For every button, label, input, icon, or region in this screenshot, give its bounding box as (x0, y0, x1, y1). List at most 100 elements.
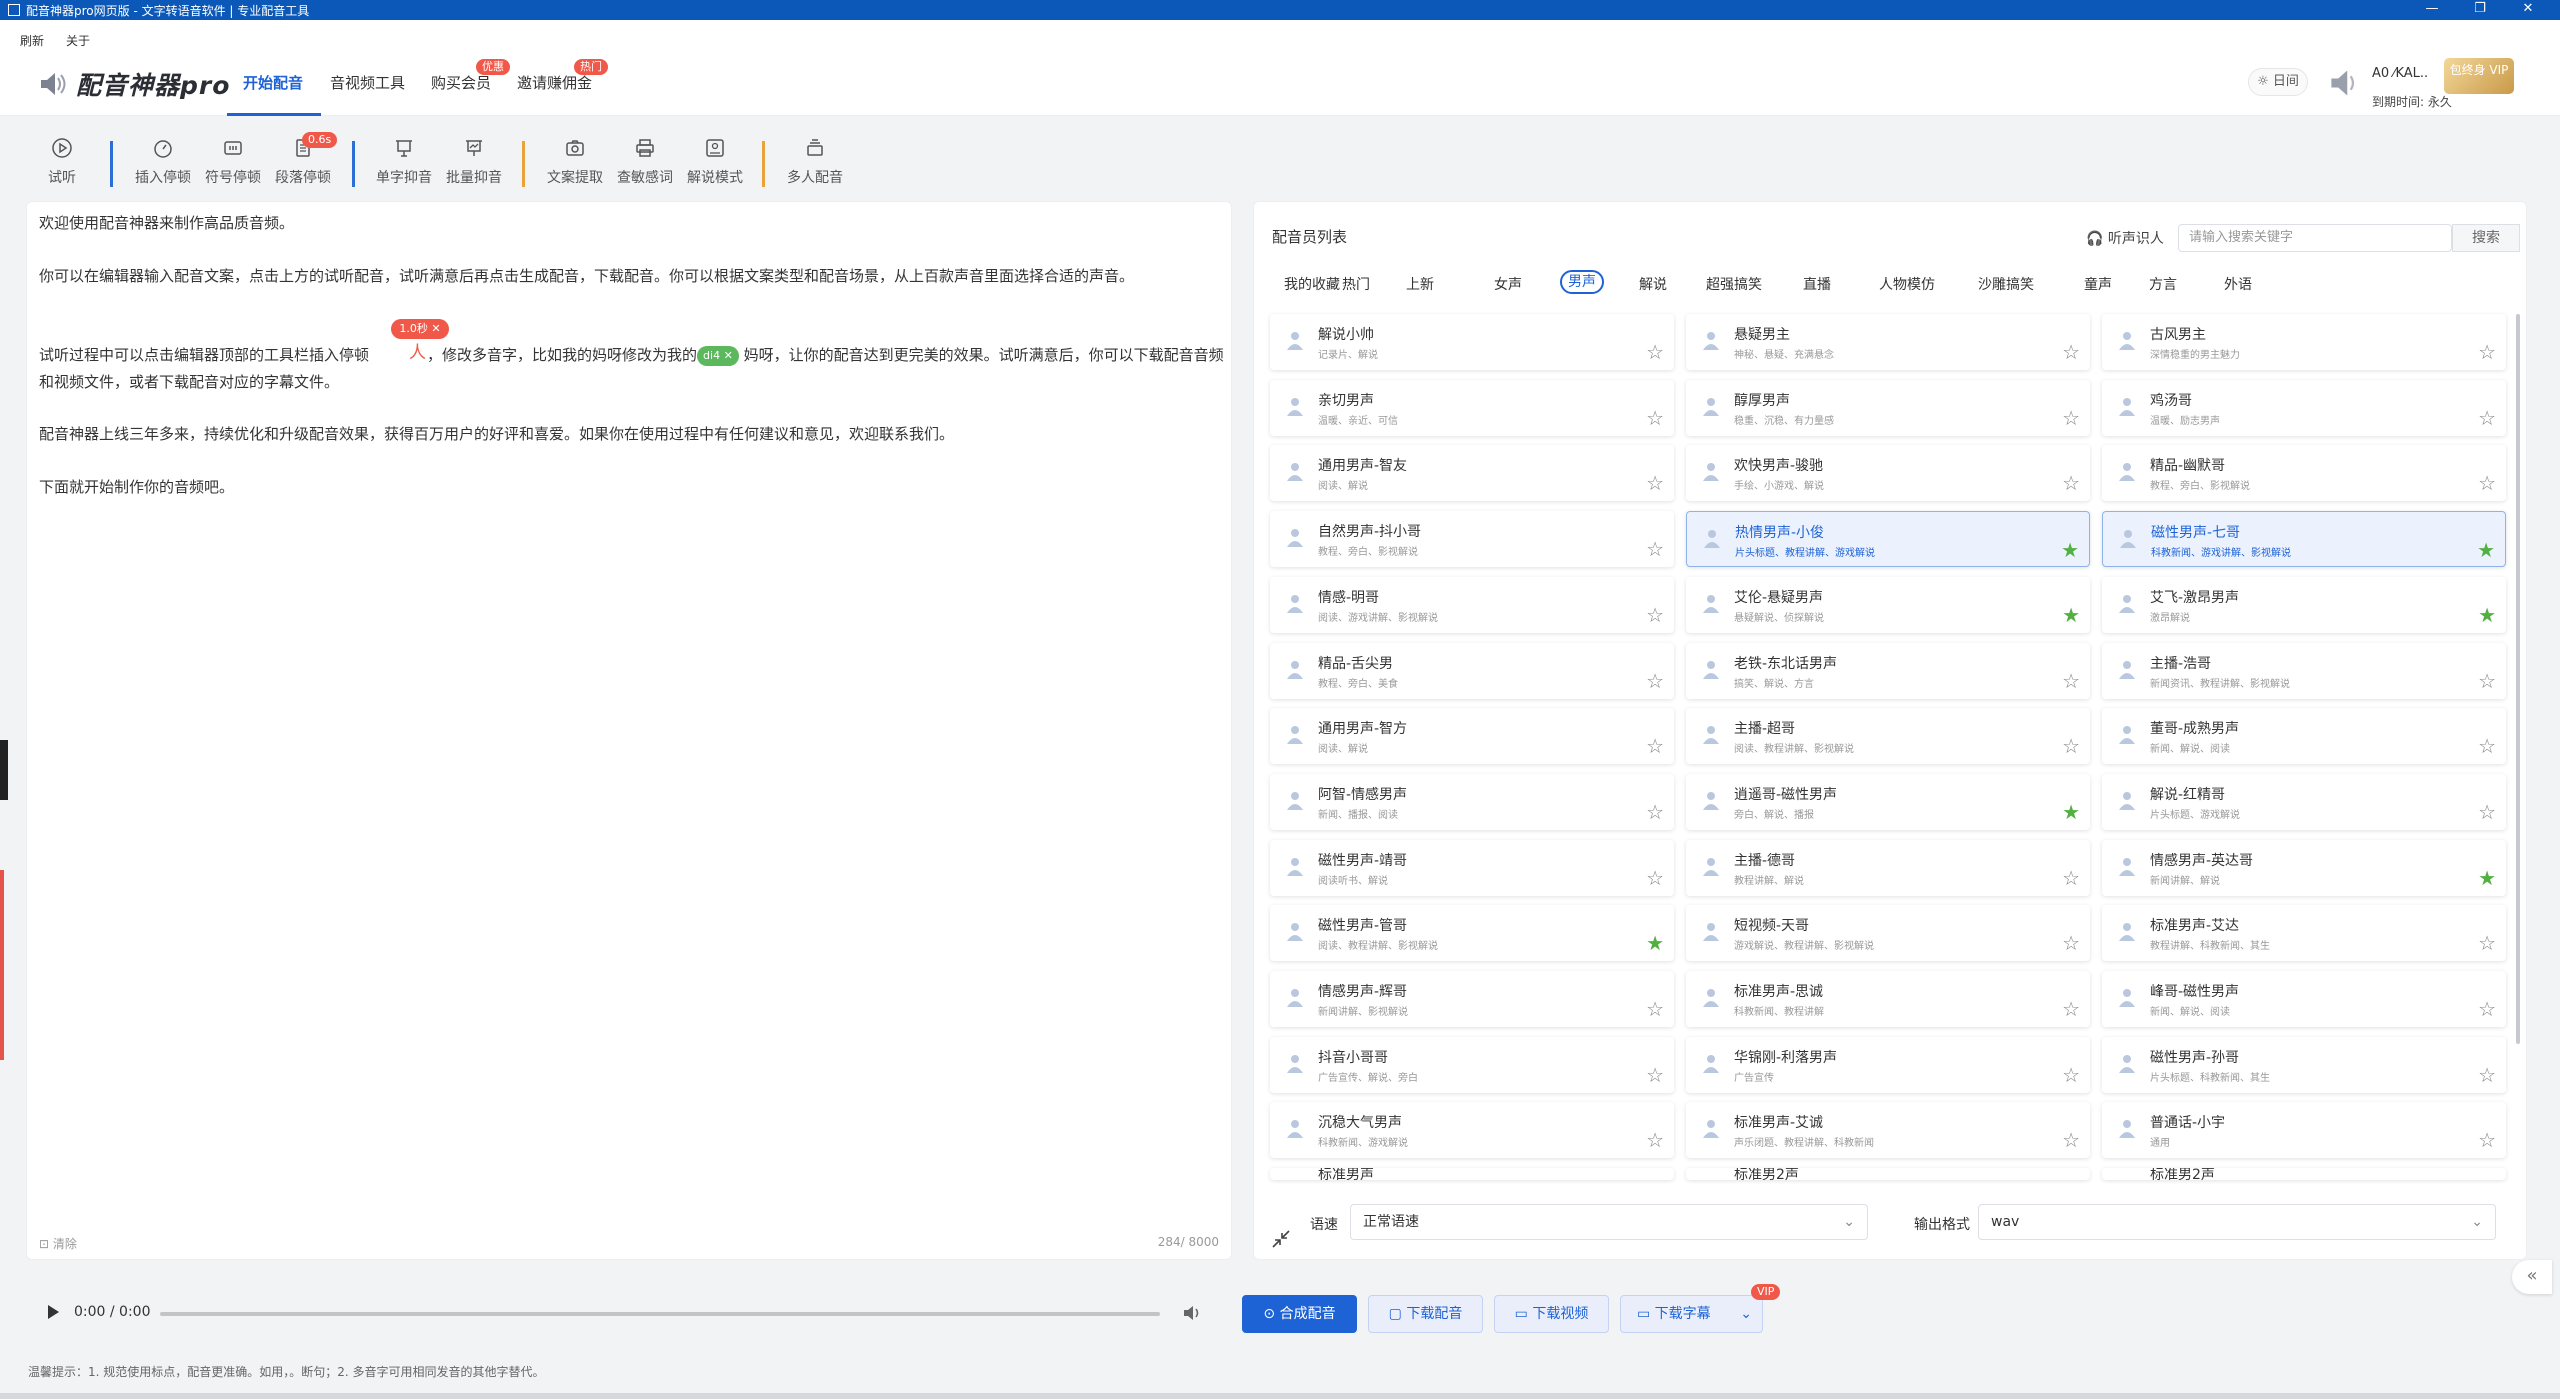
favorite-star-icon[interactable]: ☆ (2478, 1065, 2496, 1085)
voice-card-partial[interactable]: 标准男声 (1270, 1168, 1674, 1181)
search-input[interactable]: 请输入搜索关键字 (2178, 224, 2452, 252)
voice-card[interactable]: 标准男声-艾达 教程讲解、科教新闻、其生 ☆ (2102, 905, 2506, 962)
category-tab[interactable]: 沙雕搞笑 (1978, 274, 2034, 294)
favorite-star-icon[interactable]: ☆ (2062, 999, 2080, 1019)
voice-card[interactable]: 解说-红精哥 片头标题、游戏解说 ☆ (2102, 773, 2506, 830)
voice-card[interactable]: 精品-舌尖男 教程、旁白、美食 ☆ (1270, 642, 1674, 699)
favorite-star-icon[interactable]: ☆ (2062, 1130, 2080, 1150)
play-icon[interactable] (48, 1305, 59, 1319)
lifetime-vip-badge[interactable]: 包终身 VIP (2444, 58, 2514, 94)
collapse-arrows-icon[interactable] (1270, 1228, 1292, 1250)
batch-tone-tool[interactable]: 批量抑音 (434, 135, 514, 187)
voice-card[interactable]: 亲切男声 温暖、亲近、可信 ☆ (1270, 379, 1674, 436)
voice-card[interactable]: 董哥-成熟男声 新闻、解说、阅读 ☆ (2102, 708, 2506, 765)
favorite-star-icon[interactable]: ☆ (2062, 736, 2080, 756)
voice-card[interactable]: 峰哥-磁性男声 新闻、解说、阅读 ☆ (2102, 971, 2506, 1027)
insert-pause-tool[interactable]: 插入停顿 (123, 135, 203, 187)
favorite-star-icon[interactable]: ☆ (1646, 605, 1664, 625)
explain-mode-tool[interactable]: 解说模式 (675, 135, 755, 187)
polyphone-tag[interactable]: di4 ✕ (697, 345, 739, 366)
favorite-star-icon[interactable]: ☆ (2062, 342, 2080, 362)
nav-buy-member[interactable]: 购买会员 (431, 72, 491, 93)
favorite-star-icon[interactable]: ☆ (1646, 868, 1664, 888)
voice-card[interactable]: 悬疑男主 神秘、悬疑、充满悬念 ☆ (1686, 314, 2090, 370)
preview-tool[interactable]: 试听 (22, 135, 102, 187)
identify-voice-button[interactable]: 🎧 听声识人 (2086, 228, 2164, 248)
multi-voice-tool[interactable]: 多人配音 (775, 135, 855, 187)
favorite-star-icon[interactable]: ☆ (1646, 999, 1664, 1019)
favorite-star-icon[interactable]: ☆ (1646, 473, 1664, 493)
category-tab[interactable]: 直播 (1803, 274, 1831, 294)
speaker-icon[interactable] (2328, 66, 2362, 100)
favorite-star-icon[interactable]: ☆ (2478, 802, 2496, 822)
voice-card[interactable]: 主播-浩哥 新闻资讯、教程讲解、影视解说 ☆ (2102, 642, 2506, 699)
favorite-star-icon[interactable]: ☆ (2478, 999, 2496, 1019)
voice-card[interactable]: 鸡汤哥 温暖、励志男声 ☆ (2102, 379, 2506, 436)
voice-card[interactable]: 艾伦-悬疑男声 悬疑解说、侦探解说 ★ (1686, 576, 2090, 633)
favorite-star-icon[interactable]: ☆ (2478, 1130, 2496, 1150)
favorite-star-icon[interactable]: ☆ (1646, 539, 1664, 559)
voice-card[interactable]: 通用男声-智友 阅读、解说 ☆ (1270, 445, 1674, 502)
favorite-star-icon[interactable]: ☆ (1646, 342, 1664, 362)
voice-card[interactable]: 老铁-东北话男声 搞笑、解说、方言 ☆ (1686, 642, 2090, 699)
voice-card[interactable]: 抖音小哥哥 广告宣传、解说、旁白 ☆ (1270, 1036, 1674, 1093)
favorite-star-icon[interactable]: ☆ (2478, 473, 2496, 493)
collapse-panel-button[interactable]: « (2512, 1260, 2552, 1294)
user-name[interactable]: A0 ⁄KAL.. (2372, 66, 2428, 81)
pause-duration-tag[interactable]: 1.0秒 ✕ (391, 319, 449, 339)
category-tab[interactable]: 人物模仿 (1879, 274, 1935, 294)
category-tab[interactable]: 童声 (2084, 274, 2112, 294)
category-tab[interactable]: 男声 (1560, 270, 1604, 294)
voice-card-partial[interactable]: 标准男2声 (2102, 1168, 2506, 1181)
voice-card[interactable]: 磁性男声-管哥 阅读、教程讲解、影视解说 ★ (1270, 905, 1674, 962)
voice-card[interactable]: 阿智-情感男声 新闻、播报、阅读 ☆ (1270, 773, 1674, 830)
favorite-star-icon[interactable]: ★ (2477, 540, 2495, 560)
synthesize-button[interactable]: ⊙ 合成配音 (1242, 1295, 1357, 1333)
category-tab[interactable]: 超强搞笑 (1706, 274, 1762, 294)
favorite-star-icon[interactable]: ★ (2061, 540, 2079, 560)
category-tab[interactable]: 女声 (1494, 274, 1522, 294)
category-tab[interactable]: 外语 (2224, 274, 2252, 294)
favorite-star-icon[interactable]: ★ (1646, 933, 1664, 953)
category-tab[interactable]: 热门 (1342, 274, 1370, 294)
voice-card[interactable]: 主播-超哥 阅读、教程讲解、影视解说 ☆ (1686, 708, 2090, 765)
favorite-star-icon[interactable]: ☆ (2478, 933, 2496, 953)
voice-card[interactable]: 欢快男声-骏驰 手绘、小游戏、解说 ☆ (1686, 445, 2090, 502)
speed-select[interactable]: 正常语速 ⌄ (1350, 1204, 1868, 1240)
voice-card[interactable]: 磁性男声-七哥 科教新闻、游戏讲解、影视解说 ★ (2102, 511, 2506, 568)
voice-card[interactable]: 逍遥哥-磁性男声 旁白、解说、播报 ★ (1686, 773, 2090, 830)
voice-card[interactable]: 磁性男声-靖哥 阅读听书、解说 ☆ (1270, 839, 1674, 896)
favorite-star-icon[interactable]: ☆ (2062, 933, 2080, 953)
favorite-star-icon[interactable]: ☆ (2062, 408, 2080, 428)
voice-card[interactable]: 通用男声-智方 阅读、解说 ☆ (1270, 708, 1674, 765)
scrollbar[interactable] (2516, 314, 2520, 1044)
favorite-star-icon[interactable]: ☆ (1646, 802, 1664, 822)
voice-card[interactable]: 古风男主 深情稳重的男主魅力 ☆ (2102, 314, 2506, 370)
voice-card[interactable]: 自然男声-抖小哥 教程、旁白、影视解说 ☆ (1270, 511, 1674, 568)
favorite-star-icon[interactable]: ☆ (2478, 342, 2496, 362)
favorite-star-icon[interactable]: ☆ (2062, 671, 2080, 691)
favorite-star-icon[interactable]: ☆ (2478, 736, 2496, 756)
voice-card[interactable]: 醇厚男声 稳重、沉稳、有力量感 ☆ (1686, 379, 2090, 436)
nav-invite[interactable]: 邀请赚佣金 (517, 72, 592, 93)
progress-track[interactable] (160, 1312, 1160, 1316)
nav-av-tools[interactable]: 音视频工具 (330, 72, 405, 93)
favorite-star-icon[interactable]: ☆ (1646, 736, 1664, 756)
category-tab[interactable]: 上新 (1406, 274, 1434, 294)
nav-start-dubbing[interactable]: 开始配音 (243, 72, 303, 93)
voice-card[interactable]: 情感男声-辉哥 新闻讲解、影视解说 ☆ (1270, 971, 1674, 1027)
volume-icon[interactable] (1182, 1303, 1202, 1323)
menu-refresh[interactable]: 刷新 (20, 32, 44, 49)
single-tone-tool[interactable]: 单字抑音 (364, 135, 444, 187)
maximize-button[interactable]: ❐ (2460, 0, 2500, 20)
voice-card[interactable]: 情感男声-英达哥 新闻讲解、解说 ★ (2102, 839, 2506, 896)
favorite-star-icon[interactable]: ☆ (2062, 1065, 2080, 1085)
favorite-star-icon[interactable]: ☆ (2062, 868, 2080, 888)
theme-toggle[interactable]: ☼ 日间 (2248, 68, 2308, 96)
favorite-star-icon[interactable]: ☆ (1646, 671, 1664, 691)
favorite-star-icon[interactable]: ☆ (1646, 408, 1664, 428)
voice-card[interactable]: 精品-幽默哥 教程、旁白、影视解说 ☆ (2102, 445, 2506, 502)
voice-card[interactable]: 标准男声-艾诚 声乐闭题、教程讲解、科教新闻 ☆ (1686, 1102, 2090, 1159)
voice-card[interactable]: 普通话-小宇 通用 ☆ (2102, 1102, 2506, 1159)
favorite-star-icon[interactable]: ★ (2062, 605, 2080, 625)
